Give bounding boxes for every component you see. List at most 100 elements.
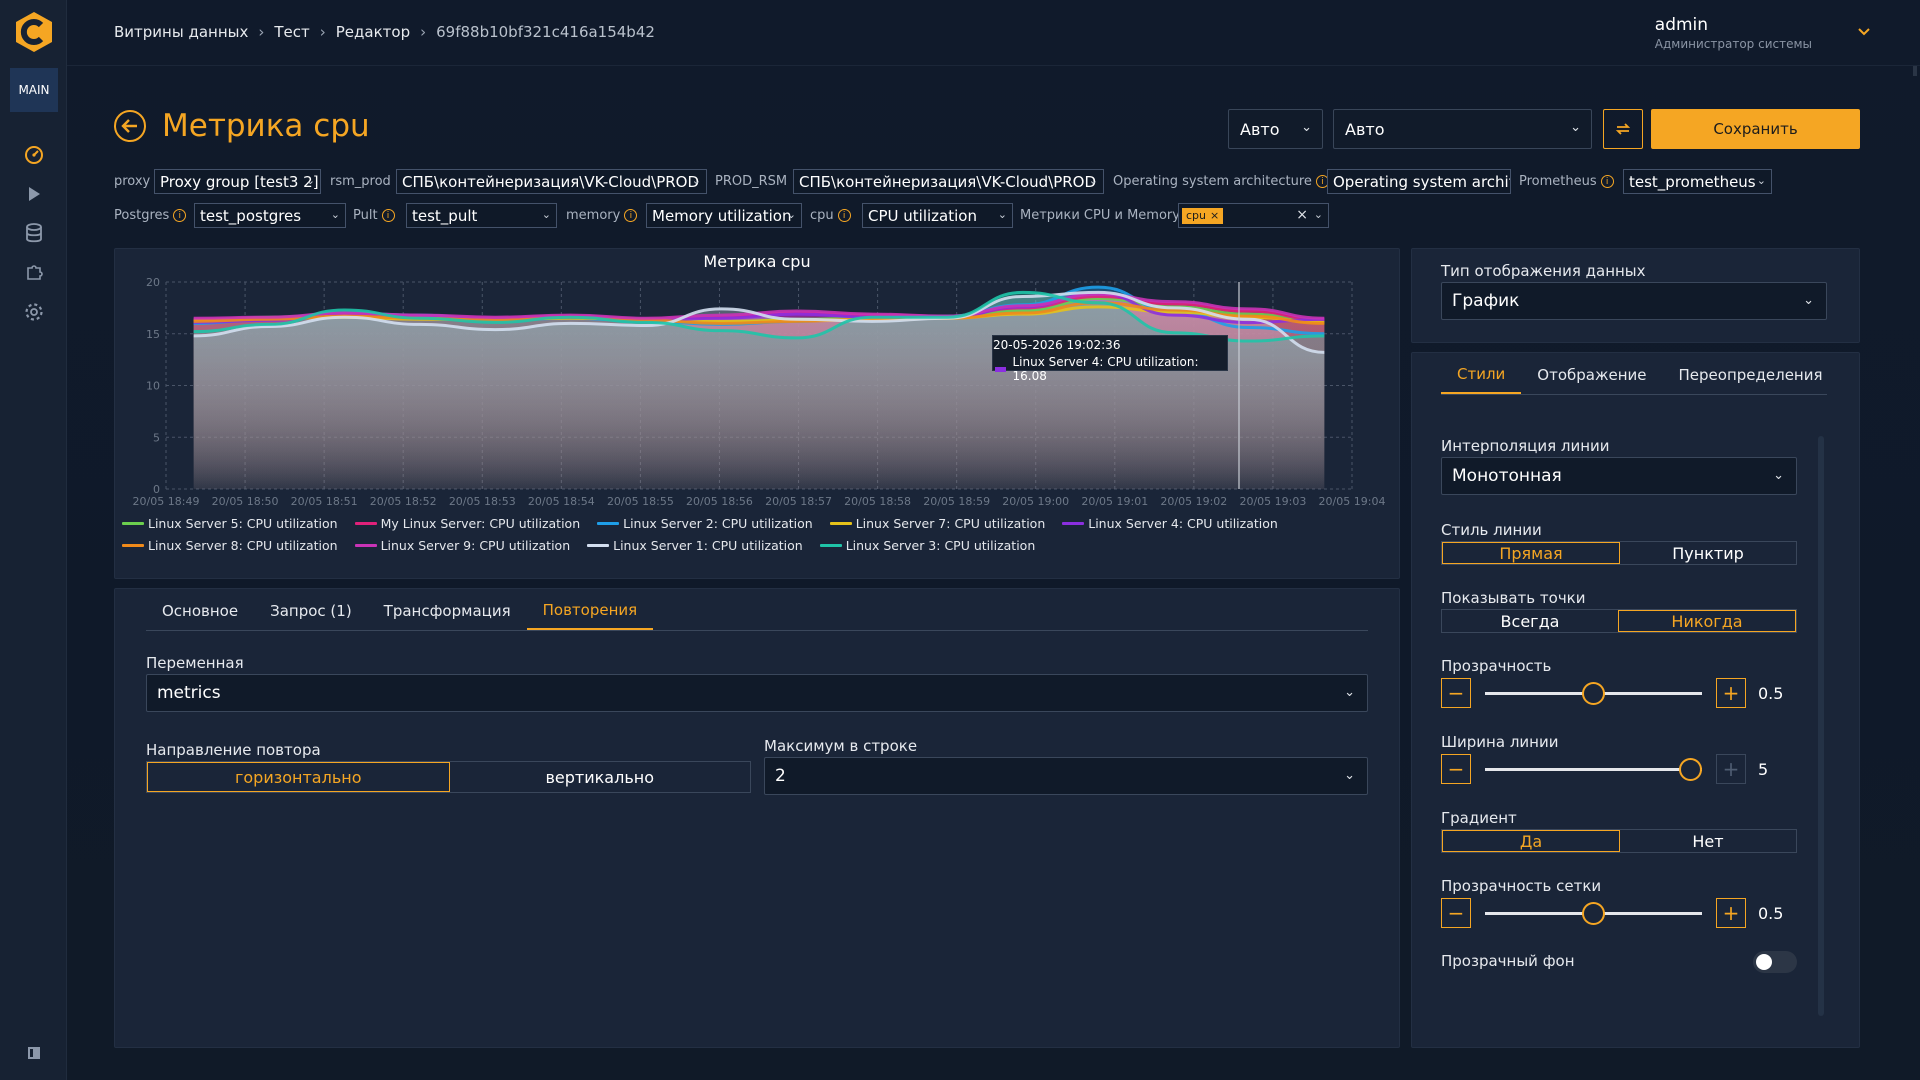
tab-repeats[interactable]: Повторения: [526, 592, 654, 630]
info-icon[interactable]: i: [624, 209, 638, 222]
breadcrumb-item[interactable]: Витрины данных: [114, 23, 248, 41]
grid-opacity-increase-button[interactable]: +: [1716, 898, 1746, 928]
play-icon[interactable]: [21, 181, 47, 207]
legend-item[interactable]: Linux Server 5: CPU utilization: [122, 516, 338, 531]
line-width-slider-track[interactable]: [1485, 757, 1702, 781]
legend-item[interactable]: My Linux Server: CPU utilization: [354, 516, 580, 531]
chevron-down-icon[interactable]: [1858, 25, 1870, 39]
max-per-row-select[interactable]: 2 ⌄: [764, 757, 1368, 795]
gradient-label: Градиент: [1441, 809, 1517, 827]
show-points-always-button[interactable]: Всегда: [1442, 610, 1618, 632]
var-select-pult[interactable]: test_pult ⌄: [406, 203, 557, 228]
chip-remove-icon[interactable]: ×: [1210, 209, 1219, 222]
dashboard-icon[interactable]: [21, 142, 47, 168]
puzzle-icon[interactable]: [21, 259, 47, 285]
opacity-slider-track[interactable]: [1485, 681, 1702, 705]
grid-opacity-decrease-button[interactable]: −: [1441, 898, 1471, 928]
variable-value: metrics: [157, 683, 221, 703]
chevron-down-icon: ⌄: [305, 174, 315, 187]
legend-label: Linux Server 8: CPU utilization: [148, 538, 338, 553]
tab-transform[interactable]: Трансформация: [368, 592, 527, 630]
info-icon[interactable]: i: [837, 209, 851, 222]
info-icon[interactable]: i: [381, 209, 395, 222]
clear-icon[interactable]: ×: [1296, 207, 1308, 223]
line-width-slider-handle[interactable]: [1679, 757, 1702, 781]
tab-query[interactable]: Запрос (1): [254, 592, 368, 630]
legend-item[interactable]: Linux Server 8: CPU utilization: [122, 538, 338, 553]
x-tick-label: 20/05 18:51: [291, 495, 358, 508]
database-icon[interactable]: [21, 220, 47, 246]
legend-item[interactable]: Linux Server 9: CPU utilization: [354, 538, 571, 553]
breadcrumb-item[interactable]: Тест: [274, 23, 309, 41]
opacity-slider-handle[interactable]: [1582, 681, 1605, 705]
legend-swatch: [122, 544, 144, 547]
editor-panel: [114, 588, 1400, 1048]
user-name: admin: [1654, 15, 1709, 35]
save-button[interactable]: Сохранить: [1651, 109, 1860, 149]
line-style-dashed-button[interactable]: Пунктир: [1620, 542, 1796, 564]
line-width-increase-button[interactable]: +: [1716, 754, 1746, 784]
line-width-value: 5: [1758, 759, 1769, 779]
interpolation-select[interactable]: Монотонная ⌄: [1441, 457, 1797, 495]
legend-item[interactable]: Linux Server 4: CPU utilization: [1062, 516, 1278, 531]
legend-item[interactable]: Linux Server 7: CPU utilization: [829, 516, 1045, 531]
direction-vertical-button[interactable]: вертикально: [450, 762, 751, 792]
selected-chip[interactable]: cpu ×: [1182, 207, 1224, 224]
main-workspace-badge[interactable]: MAIN: [10, 68, 58, 112]
time-range-select[interactable]: Авто ⌄: [1228, 109, 1323, 149]
logo-icon[interactable]: [12, 10, 56, 54]
tab-overrides[interactable]: Переопределения: [1663, 356, 1839, 394]
var-multiselect-cpu-mem[interactable]: cpu × × ⌄: [1178, 203, 1329, 228]
back-arrow-icon[interactable]: [114, 110, 146, 142]
legend-item[interactable]: Linux Server 2: CPU utilization: [597, 516, 813, 531]
var-select-proxy[interactable]: Proxy group [test3 2] ⌄: [154, 169, 321, 194]
info-icon[interactable]: i: [1600, 175, 1614, 188]
gear-icon[interactable]: [21, 299, 47, 325]
line-style-solid-button[interactable]: Прямая: [1442, 542, 1620, 564]
editor-tabs: Основное Запрос (1) Трансформация Повтор…: [146, 592, 1368, 631]
opacity-increase-button[interactable]: +: [1716, 678, 1746, 708]
opacity-slider-row: − + 0.5: [1441, 678, 1783, 708]
tab-styles[interactable]: Стили: [1441, 356, 1522, 394]
opacity-decrease-button[interactable]: −: [1441, 678, 1471, 708]
breadcrumb-item[interactable]: Редактор: [336, 23, 410, 41]
info-icon[interactable]: i: [173, 209, 187, 222]
collapse-sidebar-icon[interactable]: [21, 1040, 47, 1066]
direction-horizontal-button[interactable]: горизонтально: [147, 762, 450, 792]
legend-item[interactable]: Linux Server 3: CPU utilization: [819, 538, 1035, 553]
var-label-text: cpu: [810, 208, 834, 223]
time-range-value: Авто: [1240, 119, 1280, 139]
gradient-yes-button[interactable]: Да: [1442, 830, 1620, 852]
var-value: test_postgres: [200, 206, 302, 225]
grid-opacity-slider-track[interactable]: [1485, 901, 1702, 925]
var-input-os-arch[interactable]: Operating system archit: [1327, 169, 1511, 194]
x-tick-label: 20/05 18:58: [844, 495, 911, 508]
var-select-cpu[interactable]: CPU utilization ⌄: [862, 203, 1013, 228]
line-width-label: Ширина линии: [1441, 733, 1559, 751]
refresh-button[interactable]: [1603, 109, 1643, 149]
settings-scrollbar[interactable]: [1818, 436, 1824, 1016]
user-menu[interactable]: admin Администратор системы: [1655, 15, 1812, 51]
legend-item[interactable]: Linux Server 1: CPU utilization: [587, 538, 803, 553]
var-label-text: PROD_RSM: [715, 174, 788, 189]
tab-main[interactable]: Основное: [146, 592, 254, 630]
direction-label: Направление повтора: [146, 741, 321, 759]
refresh-interval-select[interactable]: Авто ⌄: [1333, 109, 1592, 149]
chart-plot[interactable]: 0510152020/05 18:49 20/05 18:50 20/05 18:5…: [114, 270, 1400, 520]
show-points-never-button[interactable]: Никогда: [1618, 610, 1796, 632]
line-width-decrease-button[interactable]: −: [1441, 754, 1471, 784]
var-select-prometheus[interactable]: test_prometheus ⌄: [1623, 169, 1772, 194]
grid-opacity-slider-handle[interactable]: [1582, 901, 1605, 925]
display-type-select[interactable]: График ⌄: [1441, 282, 1827, 320]
tab-display[interactable]: Отображение: [1521, 356, 1662, 394]
var-select-rsm-prod[interactable]: СПБ\контейнеризация\VK-Cloud\PROD ⌄: [396, 169, 707, 194]
var-select-postgres[interactable]: test_postgres ⌄: [194, 203, 346, 228]
gradient-no-button[interactable]: Нет: [1620, 830, 1796, 852]
transparent-bg-switch[interactable]: [1753, 951, 1797, 973]
legend-swatch: [354, 544, 377, 547]
legend-label: Linux Server 9: CPU utilization: [380, 538, 571, 553]
page-scrollbar[interactable]: [1908, 66, 1920, 1080]
var-select-memory[interactable]: Memory utilization ⌄: [646, 203, 802, 228]
variable-select[interactable]: metrics ⌄: [146, 674, 1368, 712]
var-select-prod-rsm[interactable]: СПБ\контейнеризация\VK-Cloud\PROD ⌄: [793, 169, 1104, 194]
